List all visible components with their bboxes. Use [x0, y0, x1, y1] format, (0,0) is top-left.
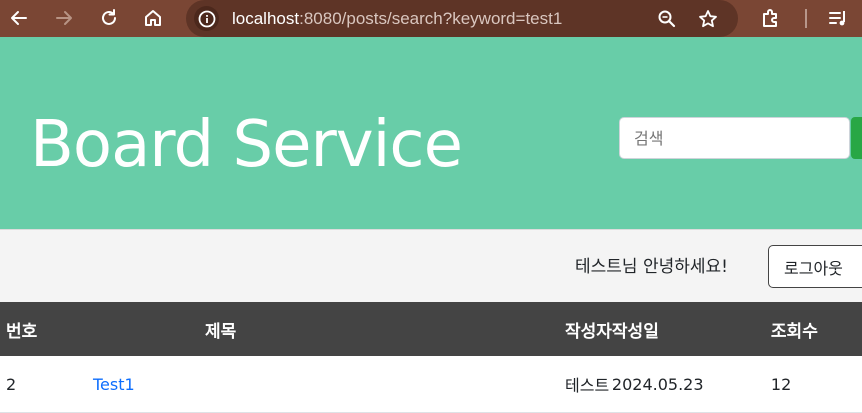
- post-title-link[interactable]: Test1: [93, 375, 135, 394]
- home-icon[interactable]: [140, 5, 166, 31]
- extensions-icon[interactable]: [758, 5, 784, 31]
- search-input[interactable]: [619, 117, 850, 159]
- cell-no: 2: [6, 356, 93, 413]
- column-header-author: 작성자: [360, 302, 612, 356]
- toolbar-divider: [805, 9, 807, 28]
- column-header-views: 조회수: [770, 302, 862, 356]
- column-header-no: 번호: [6, 302, 93, 356]
- cell-date: 2024.05.23: [611, 356, 771, 413]
- zoom-icon[interactable]: [654, 6, 680, 32]
- column-header-date: 작성일: [611, 302, 771, 356]
- cell-views: 12: [770, 356, 862, 413]
- site-header: Board Service: [0, 37, 862, 229]
- table-row: 2 Test1 테스트 2024.05.23 12: [0, 356, 862, 413]
- url-text[interactable]: localhost:8080/posts/search?keyword=test…: [232, 0, 562, 37]
- user-bar: 테스트님 안녕하세요! 로그아웃: [0, 229, 862, 302]
- brand-title[interactable]: Board Service: [30, 107, 463, 183]
- reload-icon[interactable]: [96, 5, 122, 31]
- browser-toolbar: localhost:8080/posts/search?keyword=test…: [0, 0, 862, 37]
- site-info-icon[interactable]: [194, 6, 219, 31]
- url-path: :8080/posts/search?keyword=test1: [299, 9, 563, 28]
- reading-list-icon[interactable]: [825, 5, 851, 31]
- greeting-text: 테스트님 안녕하세요!: [575, 257, 728, 277]
- posts-table: 번호 제목 작성자 작성일 조회수 2 Test1 테스트 2024.05.23…: [0, 302, 862, 413]
- cell-title: Test1: [93, 356, 360, 413]
- table-header-row: 번호 제목 작성자 작성일 조회수: [0, 302, 862, 356]
- logout-button[interactable]: 로그아웃: [768, 245, 862, 288]
- search-button[interactable]: [851, 117, 862, 159]
- bookmark-star-icon[interactable]: [695, 6, 721, 32]
- back-icon[interactable]: [6, 5, 32, 31]
- forward-icon[interactable]: [51, 5, 77, 31]
- address-bar[interactable]: localhost:8080/posts/search?keyword=test…: [186, 0, 738, 37]
- cell-author: 테스트: [360, 356, 612, 413]
- column-header-title: 제목: [93, 302, 360, 356]
- url-host: localhost: [232, 9, 300, 28]
